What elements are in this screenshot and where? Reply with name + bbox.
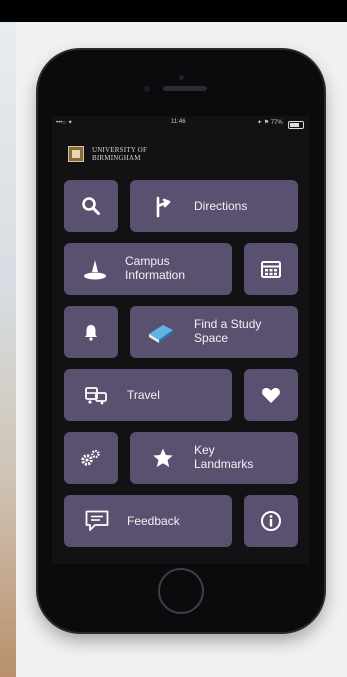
- directions-label: Directions: [194, 199, 248, 213]
- landmarks-label-line-1: Key: [194, 443, 215, 457]
- info-icon: [261, 511, 281, 531]
- top-black-bar: [0, 0, 347, 22]
- star-icon: [152, 447, 174, 469]
- book-icon: [146, 319, 176, 345]
- calendar-icon: [261, 261, 281, 278]
- find-study-space-button[interactable]: Find a Study Space: [130, 306, 298, 358]
- heart-icon: [262, 387, 280, 403]
- feedback-button[interactable]: Feedback: [64, 495, 232, 547]
- chat-icon: [84, 509, 110, 533]
- battery-icon: [288, 121, 304, 129]
- phone-frame: •••○ ✦ 11:46 ✦ ⚑ 77% UNIVERSITY OF BIRMI…: [38, 50, 324, 632]
- favourites-button[interactable]: [244, 369, 298, 421]
- calendar-button[interactable]: [244, 243, 298, 295]
- background-photo-edge: [0, 22, 16, 677]
- home-button[interactable]: [158, 568, 204, 614]
- earpiece-speaker: [163, 86, 207, 91]
- search-icon: [82, 197, 100, 215]
- settings-button[interactable]: [64, 432, 118, 484]
- crest-icon: [68, 146, 84, 162]
- directions-icon: [150, 194, 174, 218]
- carrier-signal: •••○ ✦: [56, 120, 73, 126]
- study-label-line-2: Space: [194, 331, 229, 345]
- status-bar: •••○ ✦ 11:46 ✦ ⚑ 77%: [52, 118, 310, 130]
- campus-icon: [82, 257, 108, 281]
- key-landmarks-button[interactable]: Key Landmarks: [130, 432, 298, 484]
- campus-label-line-1: Campus: [125, 254, 170, 268]
- directions-button[interactable]: Directions: [130, 180, 298, 232]
- landmarks-label-line-2: Landmarks: [194, 457, 254, 471]
- search-button[interactable]: [64, 180, 118, 232]
- travel-button[interactable]: Travel: [64, 369, 232, 421]
- travel-label: Travel: [127, 388, 160, 402]
- bell-icon: [85, 325, 97, 341]
- notifications-button[interactable]: [64, 306, 118, 358]
- brand-line-1: UNIVERSITY OF: [92, 146, 148, 154]
- feedback-label: Feedback: [127, 514, 180, 528]
- brand-line-2: BIRMINGHAM: [92, 154, 141, 162]
- gears-icon: [81, 449, 100, 466]
- status-time: 11:46: [171, 119, 186, 125]
- front-camera: [179, 75, 184, 80]
- study-label-line-1: Find a Study: [194, 317, 262, 331]
- info-button[interactable]: [244, 495, 298, 547]
- proximity-sensor: [144, 86, 150, 92]
- bus-icon: [84, 385, 108, 405]
- campus-label-line-2: Information: [125, 268, 186, 282]
- app-screen: •••○ ✦ 11:46 ✦ ⚑ 77% UNIVERSITY OF BIRMI…: [52, 116, 310, 564]
- campus-information-button[interactable]: Campus Information: [64, 243, 232, 295]
- status-battery-text: ✦ ⚑ 77%: [257, 120, 283, 126]
